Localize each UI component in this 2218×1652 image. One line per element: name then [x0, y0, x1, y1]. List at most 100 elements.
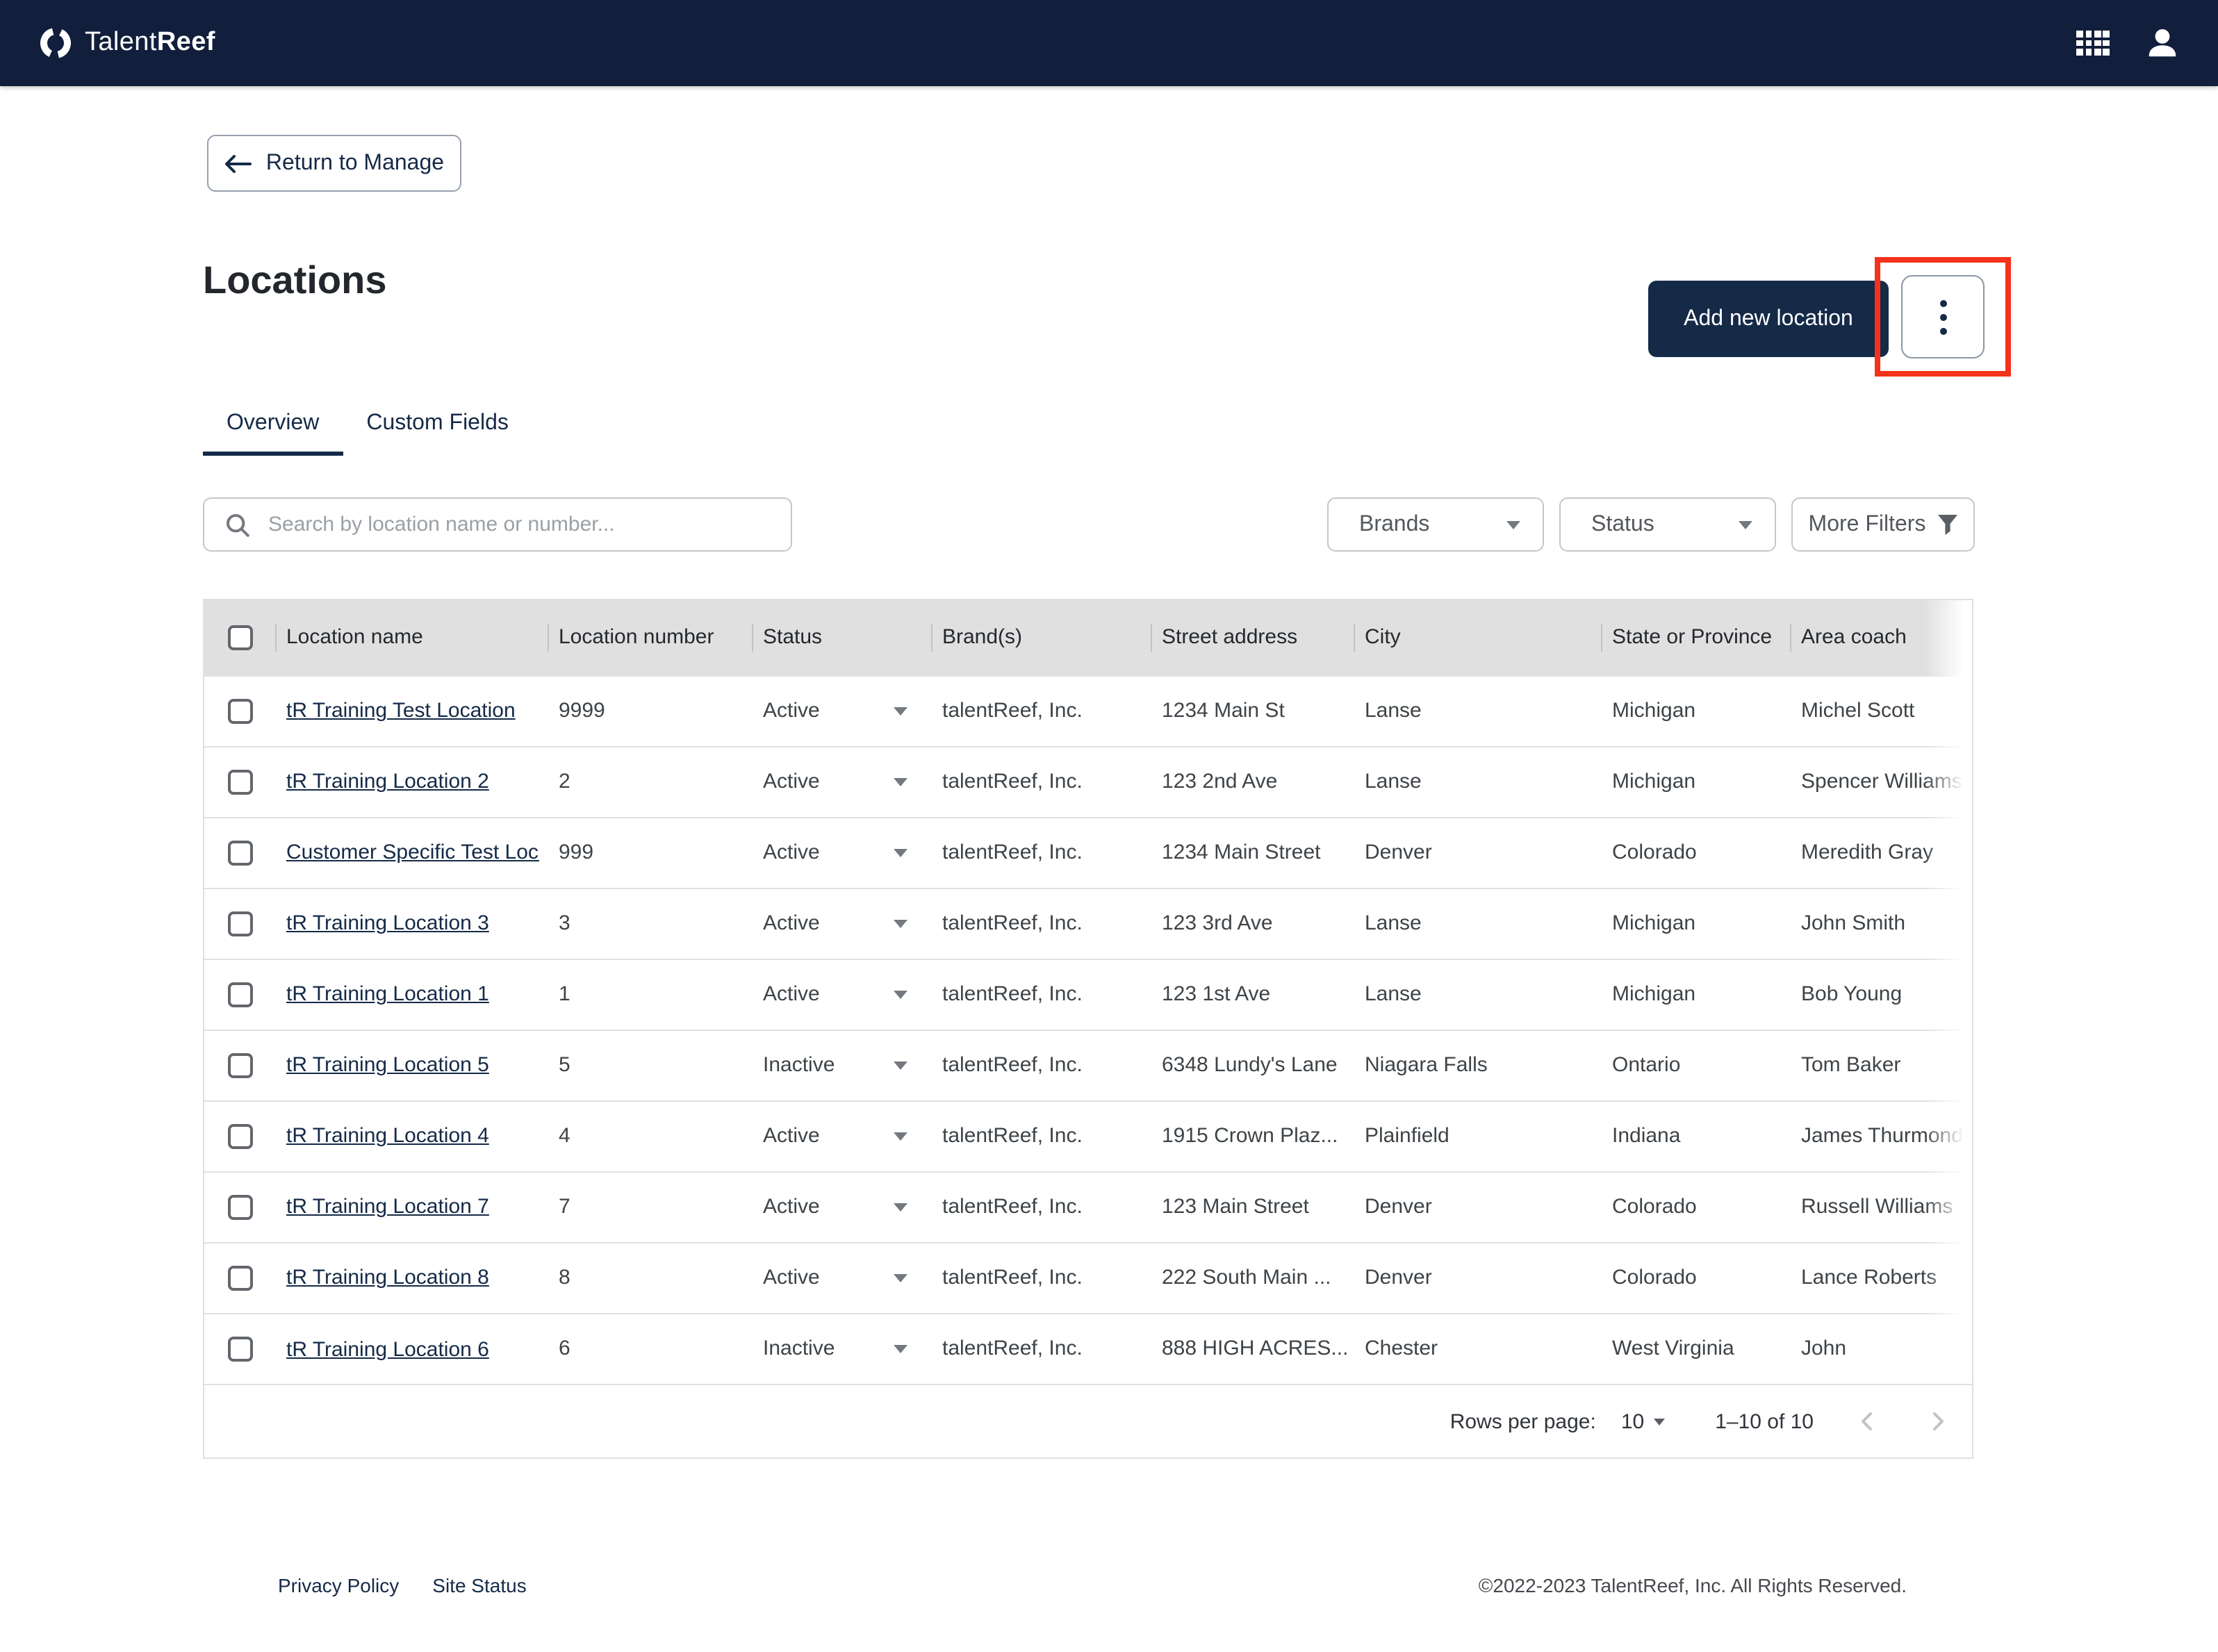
cell-street-address: 123 2nd Ave	[1162, 770, 1278, 793]
location-name-link[interactable]: tR Training Location 2	[286, 770, 489, 794]
cell-area-coach: Spencer Williams	[1801, 770, 1962, 793]
previous-page-button[interactable]	[1853, 1406, 1883, 1437]
cell-city: Denver	[1365, 1195, 1432, 1219]
cell-city: Lanse	[1365, 911, 1422, 935]
status-dropdown[interactable]: Active	[763, 1195, 907, 1219]
table-row: tR Training Location 4 4 Active talentReef,…	[204, 1100, 1972, 1171]
cell-state-or-province: Michigan	[1612, 699, 1696, 722]
location-name-link[interactable]: tR Training Location 1	[286, 983, 489, 1007]
next-page-button[interactable]	[1922, 1406, 1953, 1437]
talentreef-logo-icon	[40, 28, 71, 58]
location-name-link[interactable]: tR Training Location 3	[286, 912, 489, 936]
status-dropdown[interactable]: Active	[763, 911, 907, 935]
table-row: tR Training Location 2 2 Active talentReef,…	[204, 746, 1972, 817]
brand-text-bold: Reef	[156, 28, 215, 57]
cell-location-number: 8	[559, 1266, 570, 1289]
cell-location-number: 5	[559, 1053, 570, 1077]
location-name-link[interactable]: tR Training Location 6	[286, 1337, 489, 1361]
add-new-location-button[interactable]: Add new location	[1648, 281, 1889, 357]
cell-state-or-province: Michigan	[1612, 911, 1696, 935]
status-dropdown[interactable]: Active	[763, 982, 907, 1006]
kebab-dot	[1939, 313, 1946, 320]
row-checkbox[interactable]	[228, 1123, 253, 1149]
cell-brand: talentReef, Inc.	[942, 982, 1083, 1006]
cell-brand: talentReef, Inc.	[942, 1195, 1083, 1219]
kebab-dot	[1939, 327, 1946, 334]
cell-location-number: 4	[559, 1124, 570, 1148]
cell-street-address: 123 3rd Ave	[1162, 911, 1273, 935]
cell-brand: talentReef, Inc.	[942, 911, 1083, 935]
row-checkbox[interactable]	[228, 982, 253, 1007]
cell-street-address: 1234 Main Street	[1162, 841, 1321, 864]
status-value: Active	[763, 699, 820, 722]
cell-state-or-province: Ontario	[1612, 1053, 1681, 1077]
kebab-dot	[1939, 299, 1946, 306]
chevron-down-icon	[894, 1273, 907, 1282]
row-checkbox[interactable]	[228, 1336, 253, 1362]
row-checkbox[interactable]	[228, 1265, 253, 1291]
status-dropdown[interactable]: Active	[763, 770, 907, 793]
status-dropdown[interactable]: Active	[763, 1266, 907, 1289]
cell-city: Niagara Falls	[1365, 1053, 1488, 1077]
column-header: State or Province	[1601, 600, 1790, 675]
chevron-down-icon	[1739, 520, 1752, 529]
row-checkbox[interactable]	[228, 698, 253, 724]
brand-text-regular: Talent	[85, 28, 157, 57]
brands-filter-dropdown[interactable]: Brands	[1327, 497, 1544, 552]
location-name-link[interactable]: tR Training Test Location	[286, 700, 516, 723]
table-row: tR Training Location 8 8 Active talentReef,…	[204, 1242, 1972, 1313]
location-name-link[interactable]: tR Training Location 4	[286, 1125, 489, 1148]
chevron-down-icon	[894, 990, 907, 998]
cell-location-number: 1	[559, 982, 570, 1006]
back-arrow-icon	[225, 154, 252, 172]
return-to-manage-button[interactable]: Return to Manage	[207, 135, 461, 192]
rows-per-page-dropdown[interactable]: 10	[1621, 1410, 1666, 1433]
status-value: Active	[763, 770, 820, 793]
tab-custom-fields[interactable]: Custom Fields	[343, 400, 532, 456]
status-filter-dropdown[interactable]: Status	[1559, 497, 1776, 552]
search-icon	[227, 513, 249, 536]
more-actions-kebab-button[interactable]	[1901, 275, 1985, 358]
location-name-link[interactable]: tR Training Location 5	[286, 1054, 489, 1077]
talentreef-logo[interactable]: TalentReef	[39, 26, 215, 60]
select-all-checkbox[interactable]	[228, 625, 253, 650]
user-account-icon[interactable]	[2146, 26, 2179, 60]
cell-area-coach: Lance Roberts	[1801, 1266, 1937, 1289]
table-row: tR Training Location 6 6 Inactive talentRee…	[204, 1313, 1972, 1384]
column-header: City	[1354, 600, 1601, 675]
status-value: Inactive	[763, 1337, 835, 1361]
cell-state-or-province: Colorado	[1612, 1266, 1697, 1289]
status-dropdown[interactable]: Inactive	[763, 1053, 907, 1077]
rows-per-page-label: Rows per page:	[1449, 1410, 1596, 1433]
site-status-link[interactable]: Site Status	[432, 1574, 526, 1596]
cell-area-coach: Meredith Gray	[1801, 841, 1934, 864]
cell-street-address: 6348 Lundy's Lane	[1162, 1053, 1338, 1077]
table-pagination: Rows per page: 10 1–10 of 10	[204, 1384, 1972, 1457]
location-name-link[interactable]: tR Training Location 7	[286, 1196, 489, 1219]
cell-state-or-province: Colorado	[1612, 1195, 1697, 1219]
privacy-policy-link[interactable]: Privacy Policy	[278, 1574, 399, 1596]
status-dropdown[interactable]: Active	[763, 1124, 907, 1148]
location-name-link[interactable]: Customer Specific Test Loca	[286, 841, 539, 865]
cell-street-address: 1234 Main St	[1162, 699, 1285, 722]
row-checkbox[interactable]	[228, 1194, 253, 1220]
chevron-down-icon	[894, 1344, 907, 1353]
row-checkbox[interactable]	[228, 769, 253, 795]
row-checkbox[interactable]	[228, 911, 253, 936]
tab-overview[interactable]: Overview	[203, 400, 343, 456]
status-dropdown[interactable]: Inactive	[763, 1337, 907, 1361]
row-checkbox[interactable]	[228, 1052, 253, 1078]
cell-location-number: 2	[559, 770, 570, 793]
status-filter-label: Status	[1591, 512, 1654, 536]
location-name-link[interactable]: tR Training Location 8	[286, 1266, 489, 1290]
status-dropdown[interactable]: Active	[763, 841, 907, 864]
apps-grid-icon[interactable]	[2076, 31, 2110, 56]
status-dropdown[interactable]: Active	[763, 699, 907, 722]
more-filters-button[interactable]: More Filters	[1791, 497, 1975, 552]
page: TalentReef Return to Manage Locations Ad…	[0, 0, 2218, 1652]
cell-street-address: 888 HIGH ACRES...	[1162, 1337, 1349, 1361]
cell-city: Chester	[1365, 1337, 1438, 1361]
status-value: Active	[763, 982, 820, 1006]
search-input[interactable]	[265, 511, 774, 538]
row-checkbox[interactable]	[228, 840, 253, 866]
